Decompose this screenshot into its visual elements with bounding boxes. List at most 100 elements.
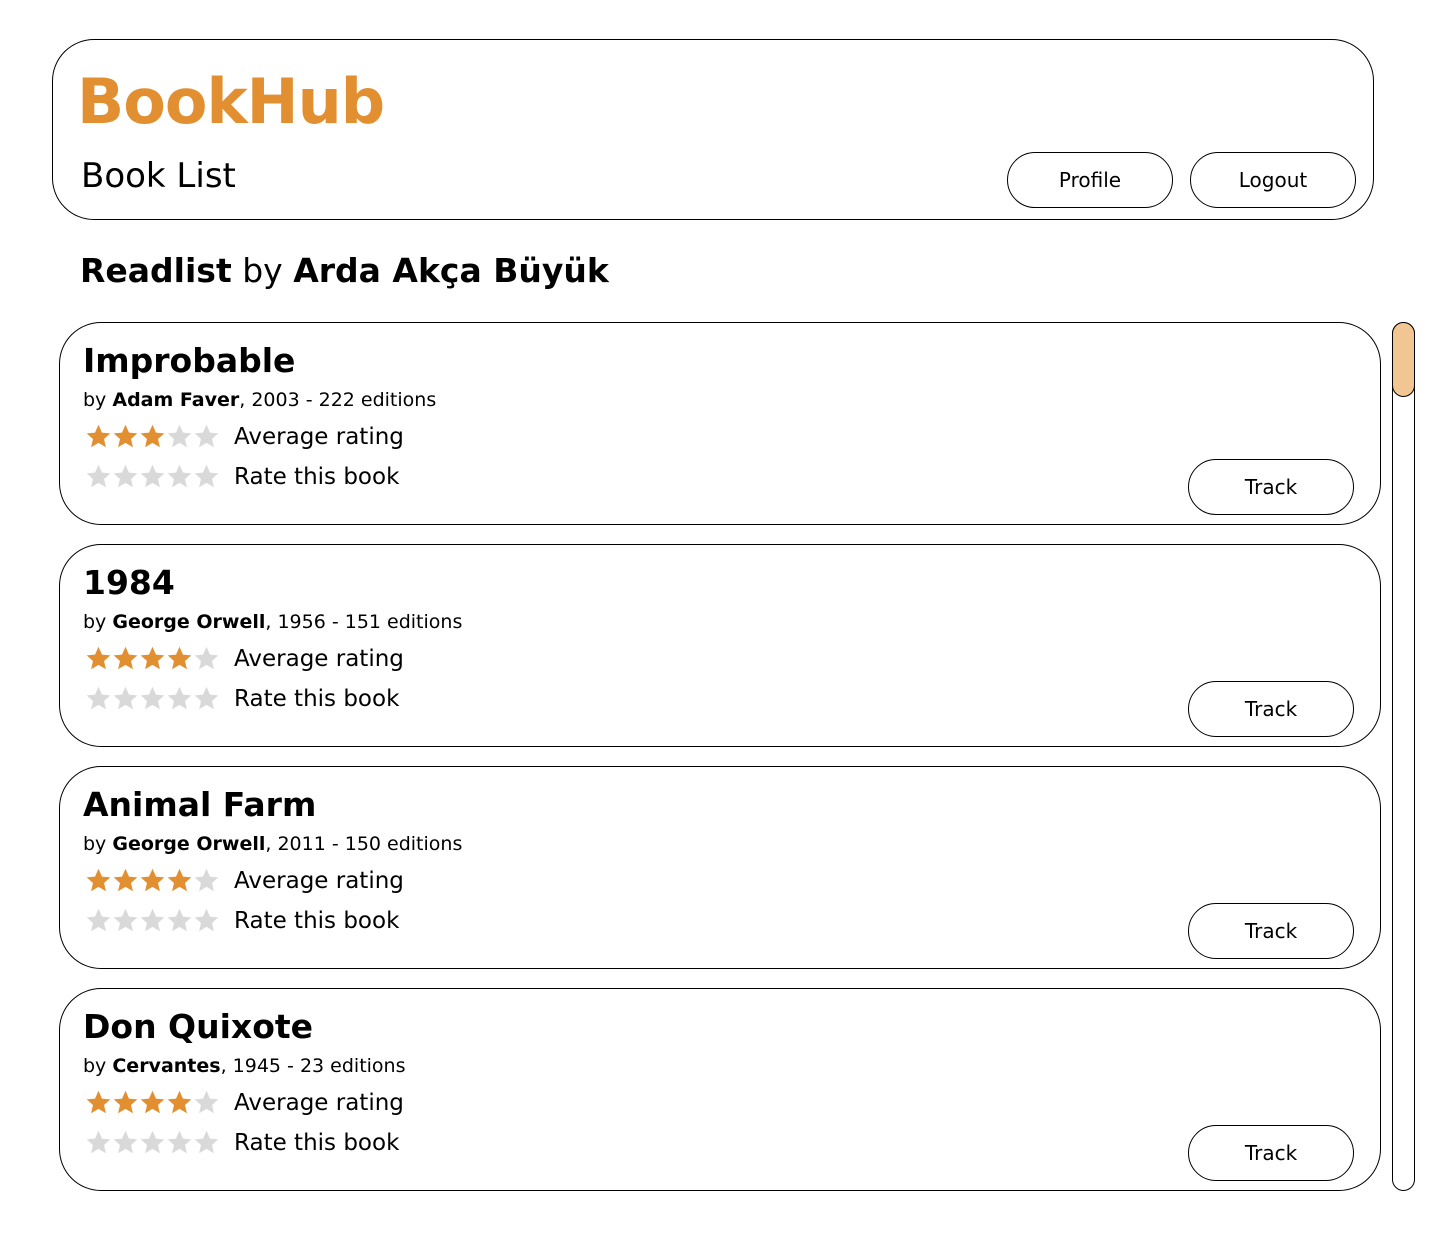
user-rating-row: Rate this book xyxy=(85,1127,399,1159)
book-card: Animal Farm by George Orwell, 2011 - 150… xyxy=(59,766,1381,969)
star-filled-icon xyxy=(85,645,112,672)
star-empty-icon[interactable] xyxy=(193,463,220,490)
star-filled-icon xyxy=(139,1089,166,1116)
star-empty-icon xyxy=(193,867,220,894)
user-rating-stars[interactable] xyxy=(85,685,221,713)
book-meta: by George Orwell, 1956 - 151 editions xyxy=(83,609,462,635)
readlist-by-word: by xyxy=(242,251,283,290)
star-empty-icon xyxy=(166,423,193,450)
track-button[interactable]: Track xyxy=(1188,681,1354,737)
star-empty-icon[interactable] xyxy=(112,685,139,712)
rate-this-book-label: Rate this book xyxy=(234,464,400,490)
book-meta: by Adam Faver, 2003 - 222 editions xyxy=(83,387,436,413)
star-empty-icon[interactable] xyxy=(166,907,193,934)
book-author[interactable]: Cervantes xyxy=(112,1055,220,1077)
page-title: Book List xyxy=(81,156,236,196)
star-filled-icon xyxy=(139,867,166,894)
readlist-heading: Readlist by Arda Akça Büyük xyxy=(80,248,609,294)
star-filled-icon xyxy=(166,645,193,672)
average-rating-label: Average rating xyxy=(234,1090,404,1116)
star-empty-icon[interactable] xyxy=(85,463,112,490)
user-rating-row: Rate this book xyxy=(85,683,399,715)
star-filled-icon xyxy=(112,867,139,894)
book-author[interactable]: George Orwell xyxy=(112,833,265,855)
user-rating-stars[interactable] xyxy=(85,463,221,491)
average-rating-stars xyxy=(85,645,221,673)
user-rating-row: Rate this book xyxy=(85,905,399,937)
by-word: by xyxy=(83,611,107,633)
track-button[interactable]: Track xyxy=(1188,459,1354,515)
star-empty-icon[interactable] xyxy=(193,1129,220,1156)
book-details: , 2003 - 222 editions xyxy=(239,389,437,411)
by-word: by xyxy=(83,389,107,411)
user-rating-row: Rate this book xyxy=(85,461,399,493)
readlist-word: Readlist xyxy=(80,251,232,290)
track-button[interactable]: Track xyxy=(1188,1125,1354,1181)
book-title[interactable]: Animal Farm xyxy=(83,783,316,827)
user-rating-stars[interactable] xyxy=(85,1129,221,1157)
rate-this-book-label: Rate this book xyxy=(234,1130,400,1156)
average-rating-row: Average rating xyxy=(85,421,404,453)
book-author[interactable]: Adam Faver xyxy=(112,389,239,411)
readlist-owner[interactable]: Arda Akça Büyük xyxy=(293,251,609,290)
book-card: 1984 by George Orwell, 1956 - 151 editio… xyxy=(59,544,1381,747)
star-empty-icon[interactable] xyxy=(139,1129,166,1156)
average-rating-stars xyxy=(85,423,221,451)
book-card: Improbable by Adam Faver, 2003 - 222 edi… xyxy=(59,322,1381,525)
rate-this-book-label: Rate this book xyxy=(234,686,400,712)
book-title[interactable]: 1984 xyxy=(83,561,175,605)
star-empty-icon xyxy=(193,645,220,672)
star-filled-icon xyxy=(112,423,139,450)
star-empty-icon[interactable] xyxy=(85,1129,112,1156)
user-rating-stars[interactable] xyxy=(85,907,221,935)
star-empty-icon[interactable] xyxy=(193,685,220,712)
star-empty-icon[interactable] xyxy=(166,685,193,712)
star-empty-icon[interactable] xyxy=(112,463,139,490)
scrollbar-track[interactable] xyxy=(1392,322,1415,1191)
star-empty-icon[interactable] xyxy=(166,463,193,490)
star-empty-icon[interactable] xyxy=(112,1129,139,1156)
star-empty-icon[interactable] xyxy=(139,907,166,934)
star-empty-icon[interactable] xyxy=(112,907,139,934)
star-filled-icon xyxy=(166,1089,193,1116)
logout-button[interactable]: Logout xyxy=(1190,152,1356,208)
book-meta: by George Orwell, 2011 - 150 editions xyxy=(83,831,462,857)
by-word: by xyxy=(83,833,107,855)
star-filled-icon xyxy=(112,1089,139,1116)
book-title[interactable]: Improbable xyxy=(83,339,295,383)
star-filled-icon xyxy=(112,645,139,672)
scrollbar-thumb[interactable] xyxy=(1392,322,1415,397)
average-rating-stars xyxy=(85,867,221,895)
star-filled-icon xyxy=(85,1089,112,1116)
star-empty-icon[interactable] xyxy=(85,907,112,934)
average-rating-row: Average rating xyxy=(85,643,404,675)
rate-this-book-label: Rate this book xyxy=(234,908,400,934)
book-details: , 2011 - 150 editions xyxy=(265,833,463,855)
star-empty-icon[interactable] xyxy=(85,685,112,712)
book-title[interactable]: Don Quixote xyxy=(83,1005,313,1049)
star-empty-icon[interactable] xyxy=(139,463,166,490)
star-empty-icon[interactable] xyxy=(193,907,220,934)
book-details: , 1956 - 151 editions xyxy=(265,611,463,633)
book-meta: by Cervantes, 1945 - 23 editions xyxy=(83,1053,406,1079)
profile-button[interactable]: Profile xyxy=(1007,152,1173,208)
star-empty-icon xyxy=(193,1089,220,1116)
star-filled-icon xyxy=(85,867,112,894)
star-filled-icon xyxy=(166,867,193,894)
average-rating-label: Average rating xyxy=(234,646,404,672)
book-details: , 1945 - 23 editions xyxy=(220,1055,406,1077)
star-empty-icon[interactable] xyxy=(166,1129,193,1156)
average-rating-label: Average rating xyxy=(234,424,404,450)
track-button[interactable]: Track xyxy=(1188,903,1354,959)
star-empty-icon xyxy=(193,423,220,450)
star-filled-icon xyxy=(139,645,166,672)
app-logo[interactable]: BookHub xyxy=(77,62,385,142)
star-empty-icon[interactable] xyxy=(139,685,166,712)
book-author[interactable]: George Orwell xyxy=(112,611,265,633)
app-header: BookHub Book List Profile Logout xyxy=(52,39,1374,220)
average-rating-row: Average rating xyxy=(85,1087,404,1119)
star-filled-icon xyxy=(139,423,166,450)
star-filled-icon xyxy=(85,423,112,450)
average-rating-row: Average rating xyxy=(85,865,404,897)
average-rating-stars xyxy=(85,1089,221,1117)
